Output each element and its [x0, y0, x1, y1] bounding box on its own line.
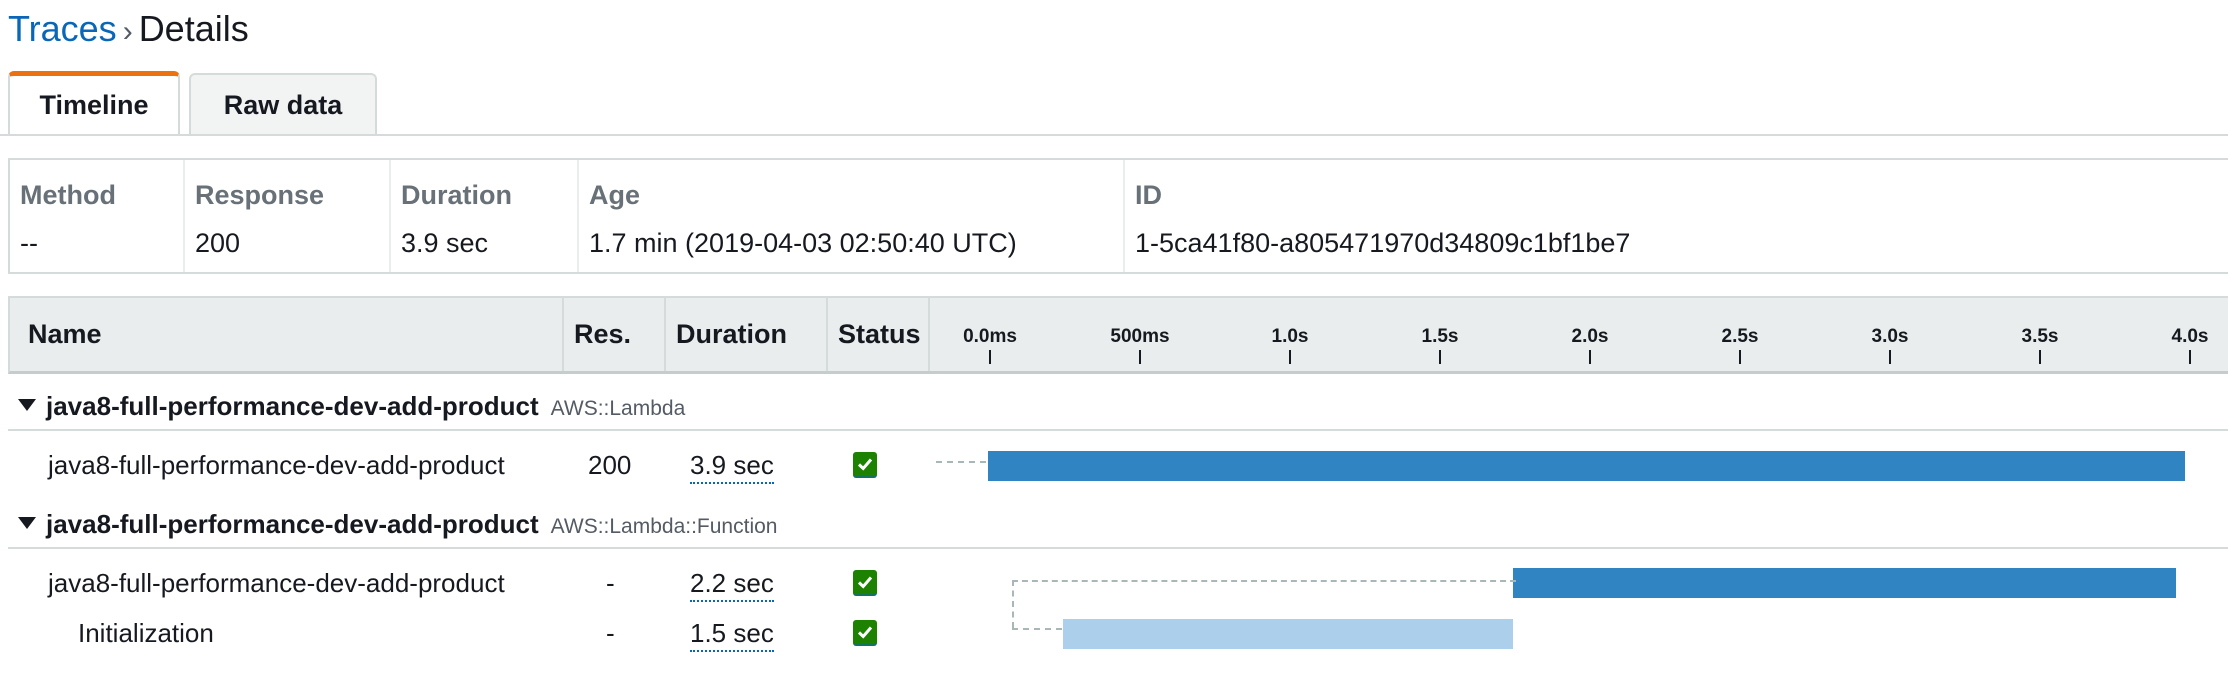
timeline-tick-mark	[1889, 350, 1891, 364]
segment-response: -	[606, 568, 615, 598]
column-header-res[interactable]: Res.	[564, 298, 666, 371]
timeline-bar[interactable]	[1063, 619, 1513, 649]
column-header-name[interactable]: Name	[10, 298, 564, 371]
timeline-tick-label: 1.5s	[1421, 326, 1459, 347]
timeline-tick-mark	[2039, 350, 2041, 364]
summary-method-value: --	[20, 228, 38, 258]
summary-duration-value: 3.9 sec	[401, 228, 489, 258]
group-divider	[8, 429, 2228, 431]
segment-duration-link[interactable]: 3.9 sec	[690, 450, 774, 484]
breadcrumb-current: Details	[138, 8, 249, 49]
summary-id-value: 1-5ca41f80-a805471970d34809c1bf1be7	[1135, 228, 1631, 258]
summary-duration: Duration 3.9 sec	[391, 160, 579, 272]
summary-method: Method --	[10, 160, 185, 272]
segment-duration-link[interactable]: 2.2 sec	[690, 568, 774, 602]
summary-method-label: Method	[20, 180, 116, 210]
timeline-bar[interactable]	[988, 451, 2185, 481]
segment-duration-link[interactable]: 1.5 sec	[690, 618, 774, 652]
caret-down-icon[interactable]	[18, 517, 36, 530]
segment-name[interactable]: java8-full-performance-dev-add-product	[48, 568, 505, 599]
timeline-connector	[1012, 580, 1516, 582]
segment-response: 200	[588, 450, 632, 480]
timeline-tick-mark	[989, 350, 991, 364]
tab-timeline[interactable]: Timeline	[8, 71, 180, 135]
summary-id: ID 1-5ca41f80-a805471970d34809c1bf1be7	[1125, 160, 2228, 272]
status-ok-icon[interactable]	[853, 452, 877, 478]
breadcrumb: Traces › Details	[8, 8, 249, 50]
timeline-tick-label: 0.0ms	[963, 326, 1017, 347]
caret-down-icon[interactable]	[18, 399, 36, 412]
timeline-tick-mark	[1139, 350, 1141, 364]
timeline-tick-mark	[1589, 350, 1591, 364]
timeline-tick-label: 3.5s	[2021, 326, 2059, 347]
timeline-tick-mark	[1289, 350, 1291, 364]
status-ok-icon[interactable]	[853, 620, 877, 646]
timeline-tick-label: 500ms	[1110, 326, 1170, 347]
tab-raw-data[interactable]: Raw data	[189, 73, 377, 135]
timeline-bar[interactable]	[1513, 568, 2176, 598]
summary-age: Age 1.7 min (2019-04-03 02:50:40 UTC)	[579, 160, 1125, 272]
timeline-tick-label: 2.5s	[1721, 326, 1759, 347]
segment-response: -	[606, 618, 615, 648]
timeline-tick-label: 2.0s	[1571, 326, 1609, 347]
column-header-duration[interactable]: Duration	[666, 298, 828, 371]
timeline-tick-mark	[1739, 350, 1741, 364]
timeline-tick-mark	[2189, 350, 2191, 364]
summary-age-label: Age	[589, 180, 641, 210]
summary-age-value: 1.7 min (2019-04-03 02:50:40 UTC)	[589, 228, 1017, 258]
group-name: java8-full-performance-dev-add-product	[46, 509, 539, 539]
breadcrumb-traces-link[interactable]: Traces	[8, 8, 117, 49]
timeline-tick-label: 3.0s	[1871, 326, 1909, 347]
timeline-connector	[936, 461, 986, 463]
segments-table-header: Name Res. Duration Status 0.0ms 500ms 1.0s…	[8, 296, 2228, 374]
segment-group-lambda-function[interactable]: java8-full-performance-dev-add-product AW…	[18, 509, 777, 540]
summary-response: Response 200	[185, 160, 391, 272]
timeline-connector	[1012, 580, 1014, 628]
summary-response-value: 200	[195, 228, 241, 258]
summary-id-label: ID	[1135, 180, 1162, 210]
summary-duration-label: Duration	[401, 180, 512, 210]
timeline-connector	[1012, 628, 1062, 630]
group-type: AWS::Lambda::Function	[550, 515, 778, 538]
trace-summary-panel: Method -- Response 200 Duration 3.9 sec …	[8, 158, 2228, 274]
group-type: AWS::Lambda	[550, 397, 686, 420]
column-header-status[interactable]: Status	[828, 298, 930, 371]
timeline-tick-label: 4.0s	[2171, 326, 2209, 347]
group-name: java8-full-performance-dev-add-product	[46, 391, 539, 421]
segment-name[interactable]: java8-full-performance-dev-add-product	[48, 450, 505, 481]
summary-response-label: Response	[195, 180, 325, 210]
timeline-tick-mark	[1439, 350, 1441, 364]
tab-divider	[0, 134, 2228, 136]
timeline-tick-label: 1.0s	[1271, 326, 1309, 347]
group-divider	[8, 547, 2228, 549]
segment-group-lambda[interactable]: java8-full-performance-dev-add-product AW…	[18, 391, 685, 422]
status-ok-icon[interactable]	[853, 570, 877, 596]
breadcrumb-separator: ›	[122, 15, 133, 48]
subsegment-name[interactable]: Initialization	[78, 618, 214, 649]
